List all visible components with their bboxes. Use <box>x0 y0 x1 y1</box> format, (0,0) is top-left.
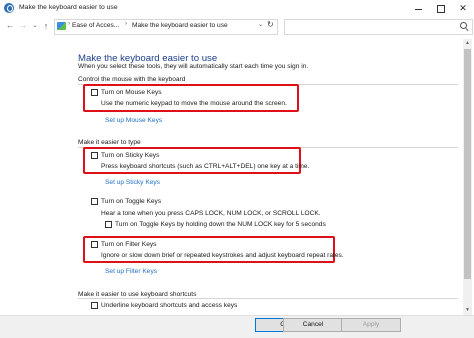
back-arrow-icon[interactable]: ← <box>5 20 15 32</box>
section-heading-mouse: Control the mouse with the keyboard <box>78 76 186 83</box>
control-panel-icon <box>57 22 66 30</box>
intro-text: When you select these tools, they will a… <box>78 63 309 70</box>
set-up-filter-keys-link[interactable]: Set up Filter Keys <box>105 268 157 275</box>
filter-keys-label[interactable]: Turn on Filter Keys <box>101 241 156 248</box>
minimize-button[interactable] <box>407 0 429 17</box>
scroll-up-arrow-icon[interactable]: ▲ <box>463 39 472 48</box>
breadcrumb-ease-of-access[interactable]: Ease of Acces... <box>72 22 119 29</box>
underline-shortcuts-checkbox[interactable] <box>91 302 98 309</box>
underline-shortcuts-label[interactable]: Underline keyboard shortcuts and access … <box>101 302 237 309</box>
sticky-keys-checkbox[interactable] <box>91 152 98 159</box>
mouse-keys-checkbox[interactable] <box>91 89 98 96</box>
window-title: Make the keyboard easier to use <box>19 4 118 11</box>
set-up-sticky-keys-link[interactable]: Set up Sticky Keys <box>105 179 160 186</box>
cancel-button[interactable]: Cancel <box>283 318 343 332</box>
toggle-keys-hold-label[interactable]: Turn on Toggle Keys by holding down the … <box>115 221 326 228</box>
scroll-down-arrow-icon[interactable]: ▼ <box>463 306 472 315</box>
forward-arrow-icon[interactable]: → <box>18 20 28 32</box>
toggle-keys-checkbox[interactable] <box>91 198 98 205</box>
toggle-keys-label[interactable]: Turn on Toggle Keys <box>101 198 161 205</box>
close-button[interactable]: ✕ <box>452 0 474 17</box>
apply-button[interactable]: Apply <box>341 318 401 332</box>
up-arrow-icon[interactable]: ↑ <box>41 20 51 32</box>
breadcrumb-separator-icon[interactable]: › <box>125 21 127 27</box>
mouse-keys-description: Use the numeric keypad to move the mouse… <box>101 100 287 107</box>
scrollbar-thumb[interactable] <box>464 49 471 279</box>
address-dropdown-icon[interactable]: ⌄ <box>258 21 263 28</box>
minimize-icon <box>414 9 422 10</box>
set-up-mouse-keys-link[interactable]: Set up Mouse Keys <box>105 117 162 124</box>
toggle-keys-description: Hear a tone when you press CAPS LOCK, NU… <box>101 210 321 217</box>
maximize-button[interactable] <box>430 0 452 17</box>
section-heading-shortcuts: Make it easier to use keyboard shortcuts <box>78 291 197 298</box>
section-divider <box>78 298 458 299</box>
section-heading-typing: Make it easier to type <box>78 139 141 146</box>
search-icon <box>460 22 467 29</box>
sticky-keys-label[interactable]: Turn on Sticky Keys <box>101 152 159 159</box>
toggle-keys-hold-checkbox[interactable] <box>105 221 112 228</box>
button-bar <box>0 315 474 338</box>
maximize-icon <box>437 4 445 13</box>
search-input[interactable] <box>284 19 473 35</box>
filter-keys-checkbox[interactable] <box>91 241 98 248</box>
filter-keys-description: Ignore or slow down brief or repeated ke… <box>101 252 344 259</box>
app-icon <box>4 3 14 13</box>
sticky-keys-description: Press keyboard shortcuts (such as CTRL+A… <box>101 163 310 170</box>
mouse-keys-label[interactable]: Turn on Mouse Keys <box>101 89 162 96</box>
breadcrumb-current-page[interactable]: Make the keyboard easier to use <box>132 22 228 29</box>
refresh-icon[interactable]: ↻ <box>267 20 274 29</box>
recent-locations-icon[interactable]: ⌄ <box>30 20 40 32</box>
breadcrumb-separator-icon[interactable]: › <box>68 21 70 27</box>
